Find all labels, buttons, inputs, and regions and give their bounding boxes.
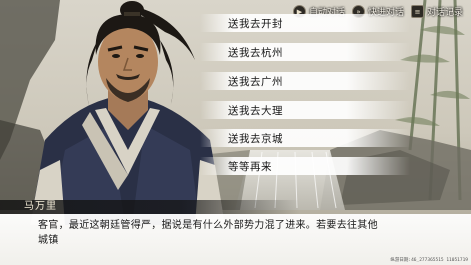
- choice-label: 送我去大理: [228, 104, 283, 117]
- choice-option-3[interactable]: 送我去广州: [200, 72, 410, 90]
- build-info: 纵游日期:46_277365515 11051719: [390, 258, 468, 263]
- choice-option-5[interactable]: 送我去京城: [200, 129, 410, 147]
- log-icon: ≡: [411, 5, 424, 18]
- choice-option-6[interactable]: 等等再来: [200, 157, 410, 175]
- choice-label: 等等再来: [228, 160, 272, 173]
- choice-option-1[interactable]: 送我去开封: [200, 14, 410, 32]
- dialog-log-label: 对话记录: [427, 8, 464, 18]
- dialogue-text: 客官，最近这朝廷管得严，据说是有什么外部势力混了进来。若要去往其他城镇: [38, 220, 378, 246]
- choice-label: 送我去开封: [228, 17, 283, 30]
- game-scene: ▶ 自动对话 » 快进对话 ≡ 对话记录 送我去开封 送我去杭州 送我去广州 送…: [0, 0, 471, 265]
- choice-option-4[interactable]: 送我去大理: [200, 101, 410, 119]
- speaker-name: 马万里: [24, 201, 57, 212]
- choice-label: 送我去京城: [228, 132, 283, 145]
- choice-label: 送我去广州: [228, 75, 283, 88]
- choice-label: 送我去杭州: [228, 46, 283, 59]
- dialog-log-button[interactable]: ≡ 对话记录: [411, 4, 463, 19]
- choice-option-2[interactable]: 送我去杭州: [200, 43, 410, 61]
